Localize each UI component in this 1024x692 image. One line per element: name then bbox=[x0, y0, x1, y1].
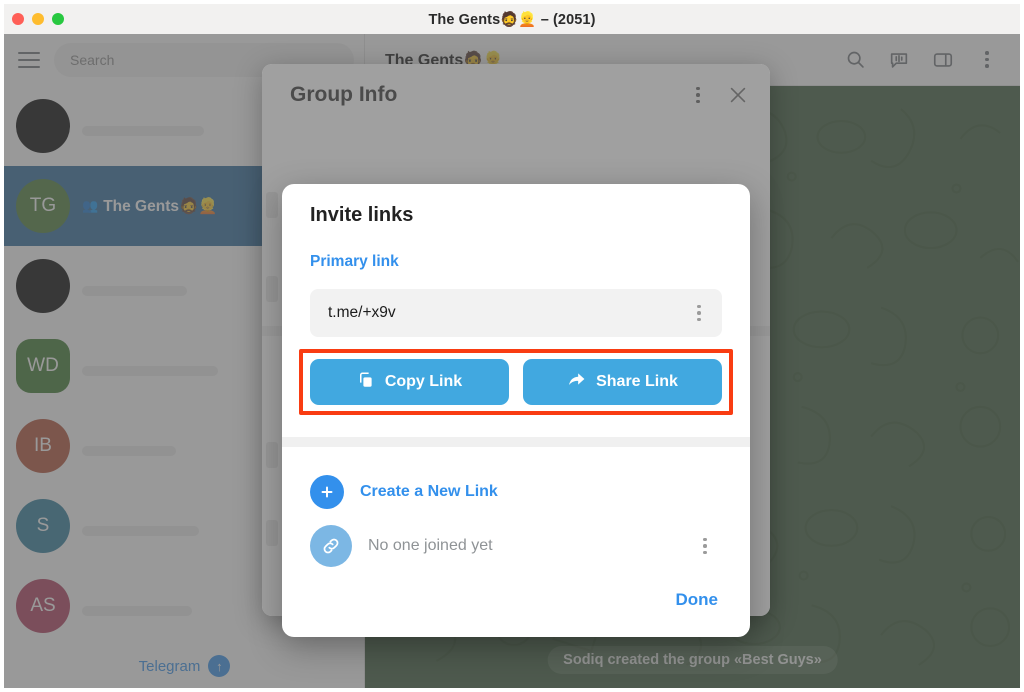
copy-icon bbox=[357, 371, 375, 394]
invite-links-list: Create a New Link No one joined yet bbox=[282, 447, 750, 573]
done-button[interactable]: Done bbox=[676, 590, 719, 610]
window-titlebar: The Gents🧔👱 – (2051) bbox=[4, 4, 1020, 34]
invite-links-dialog: Invite links Primary link t.me/+x9v Copy… bbox=[282, 184, 750, 637]
share-link-label: Share Link bbox=[596, 373, 678, 390]
telegram-window: The Gents🧔👱 – (2051) Search bbox=[4, 4, 1020, 688]
link-action-buttons: Copy Link Share Link bbox=[299, 349, 733, 415]
section-divider bbox=[282, 437, 750, 447]
create-new-link-label: Create a New Link bbox=[360, 483, 498, 500]
primary-link-value: t.me/+x9v bbox=[328, 304, 396, 321]
share-link-button[interactable]: Share Link bbox=[523, 359, 722, 405]
create-new-link-row[interactable]: Create a New Link bbox=[300, 465, 732, 519]
primary-link-menu-icon[interactable] bbox=[682, 296, 716, 330]
copy-link-label: Copy Link bbox=[384, 373, 463, 390]
link-item-menu-icon[interactable] bbox=[688, 529, 722, 563]
primary-link-label: Primary link bbox=[310, 253, 399, 270]
invite-links-body: Invite links Primary link t.me/+x9v bbox=[282, 184, 750, 337]
invite-links-title: Invite links bbox=[310, 204, 414, 226]
copy-link-button[interactable]: Copy Link bbox=[310, 359, 509, 405]
list-item[interactable]: No one joined yet bbox=[300, 519, 732, 573]
share-arrow-icon bbox=[567, 370, 586, 394]
plus-circle-icon bbox=[310, 475, 344, 509]
primary-link-row[interactable]: t.me/+x9v bbox=[310, 289, 722, 337]
window-title: The Gents🧔👱 – (2051) bbox=[428, 11, 596, 28]
screenshot-root: The Gents🧔👱 – (2051) Search bbox=[0, 0, 1024, 692]
invite-links-footer: Done bbox=[282, 573, 750, 637]
chain-link-icon bbox=[310, 525, 352, 567]
link-status-text: No one joined yet bbox=[368, 537, 493, 554]
